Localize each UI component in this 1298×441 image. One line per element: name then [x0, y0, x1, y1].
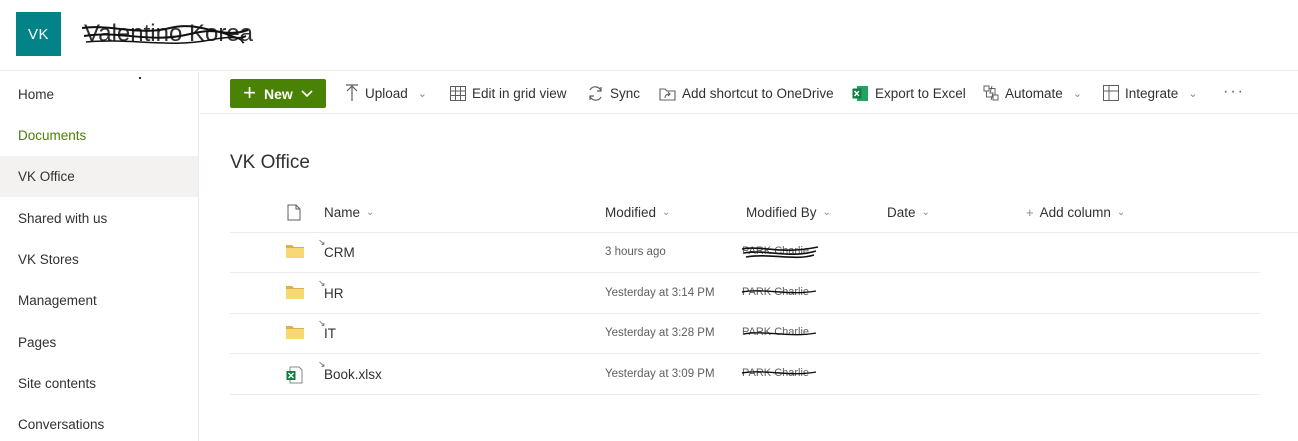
upload-label: Upload — [365, 85, 408, 101]
folder-icon — [286, 286, 304, 299]
table-row[interactable]: ↘ Book.xlsx Yesterday at 3:09 PM PARK Ch… — [230, 355, 1260, 395]
item-name[interactable]: HR — [324, 286, 344, 301]
sync-label: Sync — [610, 85, 641, 101]
redaction-scribble — [81, 25, 249, 44]
item-name[interactable]: Book.xlsx — [324, 367, 382, 382]
item-modified: Yesterday at 3:28 PM — [605, 327, 715, 339]
item-name[interactable]: IT — [324, 326, 336, 341]
column-header-modified-by[interactable]: Modified By ⌄ — [746, 205, 831, 220]
export-to-excel-label: Export to Excel — [875, 85, 966, 101]
column-header-name[interactable]: Name ⌄ — [324, 205, 374, 220]
redaction-scribble — [743, 332, 817, 336]
file-type-icon[interactable] — [287, 204, 301, 221]
nav-item-vk-office[interactable]: VK Office — [0, 156, 198, 197]
left-navigation: Home Documents VK Office Shared with us … — [0, 72, 199, 441]
sync-button[interactable]: Sync — [587, 72, 640, 114]
item-modified: Yesterday at 3:09 PM — [605, 368, 715, 380]
automate-label: Automate — [1005, 85, 1063, 101]
column-header-date[interactable]: Date ⌄ — [887, 205, 930, 220]
chevron-down-icon: ⌄ — [1116, 207, 1126, 218]
table-row[interactable]: ↘ CRM 3 hours ago PARK Charlie — [230, 233, 1260, 273]
column-name-label: Name — [324, 205, 361, 220]
nav-item-vk-stores[interactable]: VK Stores — [0, 239, 198, 280]
integrate-button[interactable]: Integrate ⌄ — [1103, 72, 1198, 114]
new-button[interactable]: + New — [230, 79, 326, 108]
shortcut-icon — [659, 87, 676, 101]
plus-icon: + — [1026, 205, 1034, 220]
column-modified-label: Modified — [605, 205, 657, 220]
nav-item-pages[interactable]: Pages — [0, 322, 198, 363]
nav-item-home[interactable]: Home — [0, 74, 198, 115]
nav-item-shared-with-us[interactable]: Shared with us — [0, 198, 198, 239]
add-shortcut-to-onedrive-button[interactable]: Add shortcut to OneDrive — [659, 72, 834, 114]
site-logo[interactable]: VK — [16, 12, 61, 56]
chevron-down-icon: ⌄ — [1188, 87, 1198, 100]
export-to-excel-button[interactable]: Export to Excel — [852, 72, 966, 114]
sync-icon — [589, 85, 602, 101]
table-row[interactable]: ↘ HR Yesterday at 3:14 PM PARK Charlie — [230, 274, 1260, 314]
plus-icon: + — [243, 79, 257, 105]
redaction-scribble — [741, 246, 819, 259]
nav-item-site-contents[interactable]: Site contents — [0, 363, 198, 404]
folder-icon — [286, 326, 304, 339]
integrate-icon — [1103, 85, 1119, 101]
add-shortcut-label: Add shortcut to OneDrive — [682, 85, 834, 101]
chevron-down-icon: ⌄ — [921, 207, 930, 218]
item-name[interactable]: CRM — [324, 245, 355, 260]
item-modified: Yesterday at 3:14 PM — [605, 287, 715, 299]
folder-icon — [286, 245, 304, 258]
add-column-label: Add column — [1039, 205, 1111, 220]
nav-item-documents[interactable]: Documents — [0, 115, 198, 156]
new-button-label: New — [264, 85, 293, 102]
upload-icon — [346, 84, 358, 101]
site-header: VK Valentino Korea — [0, 0, 1298, 71]
column-modified-by-label: Modified By — [746, 205, 817, 220]
excel-file-icon — [286, 366, 303, 384]
add-column-button[interactable]: + Add column ⌄ — [1026, 205, 1125, 220]
chevron-down-icon: ⌄ — [822, 207, 831, 218]
upload-button[interactable]: Upload ⌄ — [345, 72, 427, 114]
redaction-scribble — [741, 290, 817, 294]
grid-icon — [450, 85, 466, 101]
edit-in-grid-view-button[interactable]: Edit in grid view — [450, 72, 567, 114]
chevron-down-icon — [301, 89, 313, 97]
table-row[interactable]: ↘ IT Yesterday at 3:28 PM PARK Charlie — [230, 314, 1260, 354]
column-header-modified[interactable]: Modified ⌄ — [605, 205, 670, 220]
chevron-down-icon: ⌄ — [417, 87, 427, 100]
chevron-down-icon: ⌄ — [662, 207, 671, 218]
nav-item-conversations[interactable]: Conversations — [0, 404, 198, 441]
chevron-down-icon: ⌄ — [1072, 87, 1083, 100]
integrate-label: Integrate — [1125, 85, 1179, 101]
column-date-label: Date — [887, 205, 916, 220]
edit-in-grid-view-label: Edit in grid view — [472, 85, 567, 101]
more-options-button[interactable]: ··· — [1223, 83, 1245, 101]
library-title: VK Office — [230, 152, 310, 173]
chevron-down-icon: ⌄ — [366, 207, 375, 218]
redaction-scribble — [741, 371, 817, 375]
automate-icon — [983, 85, 999, 101]
stray-dot — [139, 77, 141, 79]
command-bar: + New Upload ⌄ Edit in grid view Sync Ad… — [200, 72, 1298, 114]
excel-icon — [852, 85, 868, 101]
item-modified: 3 hours ago — [605, 246, 666, 258]
nav-item-management[interactable]: Management — [0, 280, 198, 321]
automate-button[interactable]: Automate ⌄ — [983, 72, 1082, 114]
